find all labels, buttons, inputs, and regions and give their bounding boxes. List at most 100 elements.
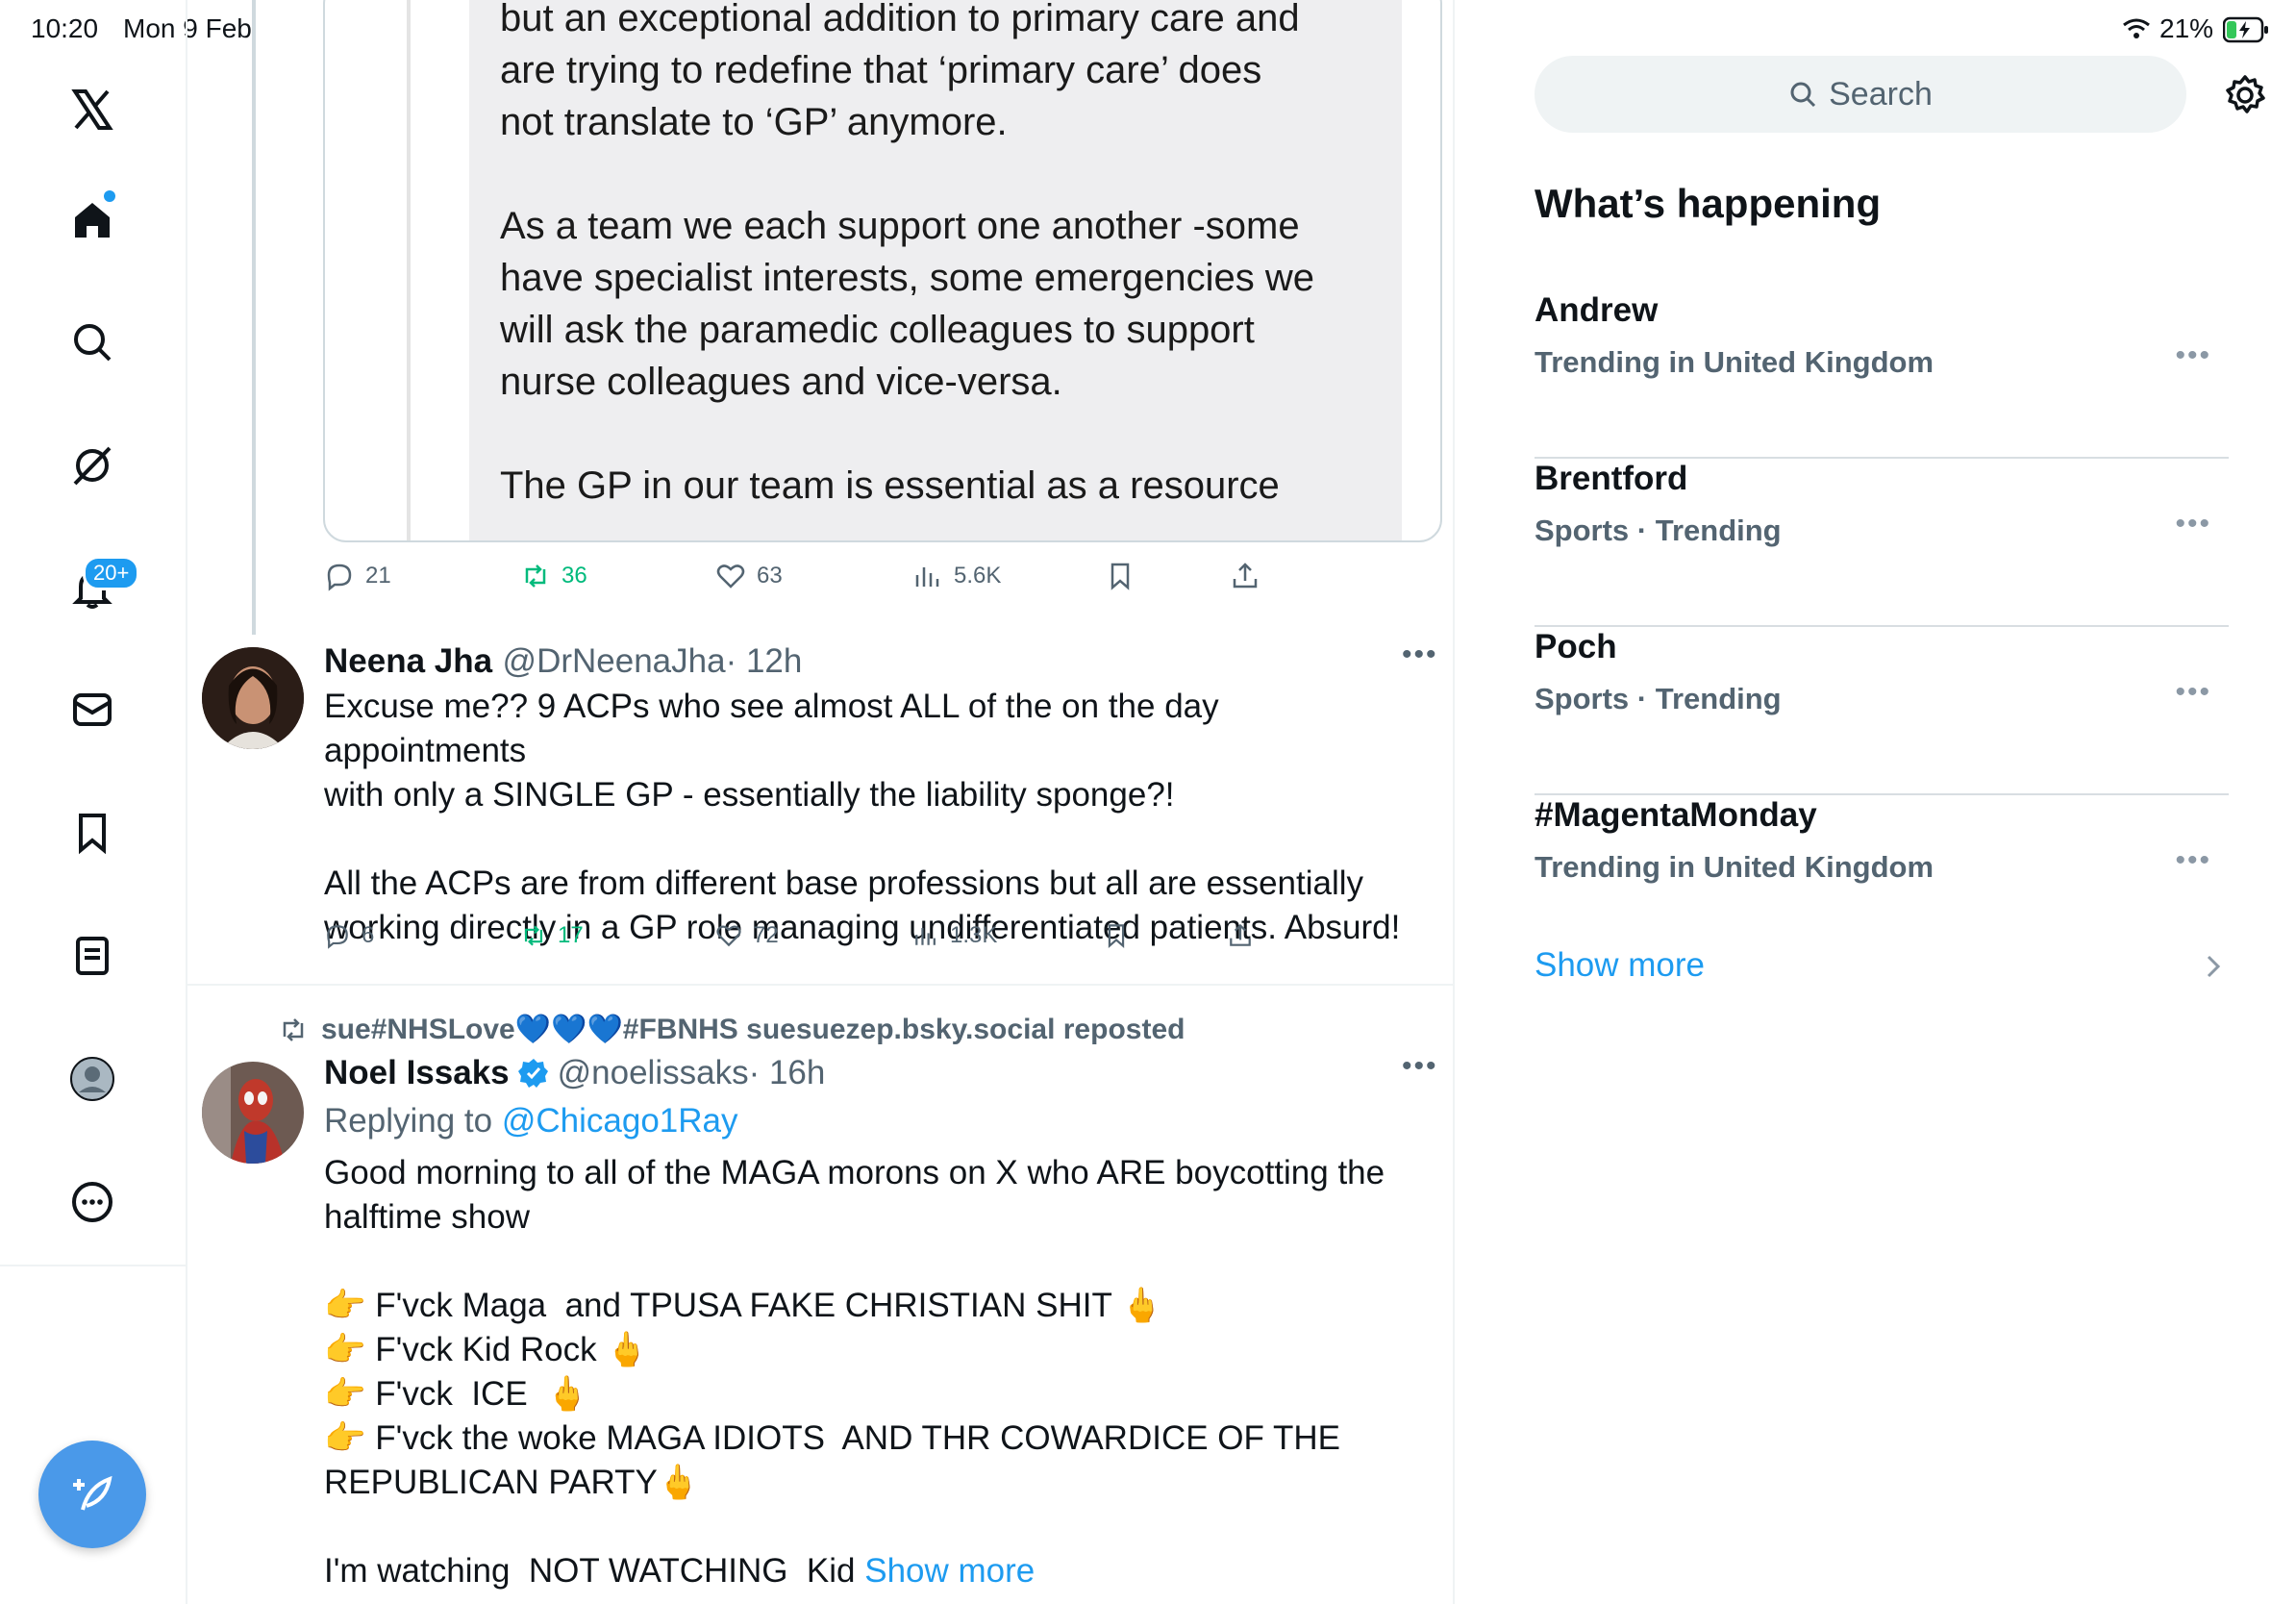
author-avatar-neena[interactable] (202, 647, 304, 749)
wifi-icon (2122, 17, 2151, 45)
author-name[interactable]: Noel Issaks (324, 1054, 510, 1092)
whats-happening-title: What’s happening (1535, 181, 1882, 226)
show-more-trends-link[interactable]: Show more (1535, 946, 1705, 985)
author-handle[interactable]: @noelissaks (558, 1054, 749, 1092)
bookmark-icon (1108, 924, 1125, 949)
trend-meta: Trending in United Kingdom (1535, 850, 1934, 884)
messages-icon[interactable] (63, 681, 121, 739)
repost-indicator[interactable]: sue#NHSLove💙💙💙#FBNHS suesuezep.bsky.soci… (277, 1013, 1185, 1046)
settings-gear-icon[interactable] (2223, 73, 2267, 122)
timeline-feed: but an exceptional addition to primary c… (186, 0, 1455, 1604)
replying-to-handle[interactable]: @Chicago1Ray (502, 1102, 738, 1140)
trend-more-icon[interactable]: ••• (2175, 339, 2211, 372)
views-count: 1.3K (950, 922, 998, 948)
verified-badge-icon (517, 1059, 548, 1088)
search-placeholder: Search (1829, 75, 1933, 113)
tweet2-text: Good morning to all of the MAGA morons o… (324, 1151, 1430, 1593)
quoted-image-text: but an exceptional addition to primary c… (500, 0, 1315, 507)
more-options-icon[interactable] (63, 1173, 121, 1231)
search-icon (1790, 82, 1816, 108)
search-input[interactable]: Search (1535, 56, 2186, 133)
chevron-right-icon (2204, 952, 2223, 986)
profile-avatar-icon[interactable] (63, 1050, 121, 1108)
trend-divider (1535, 457, 2229, 459)
trend-more-icon[interactable]: ••• (2175, 676, 2211, 709)
battery-percent: 21% (2159, 13, 2214, 43)
tweet2-body: Good morning to all of the MAGA morons o… (324, 1154, 1385, 1590)
trend-meta: Sports · Trending (1535, 514, 1782, 547)
home-icon[interactable] (63, 190, 121, 248)
replying-to: Replying to @Chicago1Ray (324, 1102, 738, 1140)
author-avatar-noel[interactable] (202, 1062, 304, 1164)
repost-indicator-text: sue#NHSLove💙💙💙#FBNHS suesuezep.bsky.soci… (321, 1014, 1185, 1045)
post-more-menu-icon[interactable]: ••• (1402, 1050, 1438, 1083)
battery-icon (2222, 16, 2269, 48)
show-more-link[interactable]: Show more (864, 1552, 1035, 1590)
views-count: 5.6K (954, 563, 1002, 589)
repost-button[interactable]: 36 (519, 560, 587, 592)
views-button[interactable]: 1.3K (911, 921, 997, 950)
x-logo-icon[interactable] (63, 81, 121, 138)
lists-icon[interactable] (63, 927, 121, 985)
like-button[interactable]: 72 (714, 921, 779, 950)
nav-divider (0, 1265, 186, 1266)
tweet1-text: Excuse me?? 9 ACPs who see almost ALL of… (324, 688, 1401, 946)
reply-count: 6 (362, 922, 375, 948)
post-time: · 12h (725, 642, 803, 680)
reply-icon (327, 564, 352, 591)
share-button[interactable] (1229, 560, 1261, 592)
trend-name: Andrew (1535, 291, 1659, 329)
repost-icon (283, 1017, 304, 1041)
grok-icon[interactable] (63, 437, 121, 494)
bookmark-button[interactable] (1102, 921, 1131, 950)
author-name[interactable]: Neena Jha (324, 642, 492, 680)
post-divider (186, 984, 1453, 986)
like-count: 63 (757, 563, 783, 589)
repost-button[interactable]: 17 (519, 921, 584, 950)
views-chart-icon (915, 928, 936, 945)
trend-item[interactable]: #MagentaMonday Trending in United Kingdo… (1535, 796, 2229, 902)
compose-feather-icon (73, 1475, 112, 1511)
quote-image-border (407, 0, 411, 540)
share-icon (1230, 923, 1251, 946)
reply-count: 21 (365, 563, 391, 589)
trend-name: Poch (1535, 628, 1617, 665)
replying-to-label: Replying to (324, 1102, 493, 1140)
trend-more-icon[interactable]: ••• (2175, 844, 2211, 877)
repost-icon (524, 925, 543, 946)
author-handle[interactable]: @DrNeenaJha (503, 642, 726, 680)
home-unread-dot (104, 190, 115, 202)
share-button[interactable] (1226, 921, 1255, 950)
views-button[interactable]: 5.6K (911, 560, 1001, 592)
trend-more-icon[interactable]: ••• (2175, 508, 2211, 540)
quoted-post-image: but an exceptional addition to primary c… (469, 0, 1402, 540)
repost-icon (525, 564, 546, 588)
views-chart-icon (915, 567, 939, 587)
heart-icon (716, 925, 741, 947)
share-icon (1233, 563, 1258, 589)
trend-meta: Trending in United Kingdom (1535, 345, 1934, 379)
trend-item[interactable]: Andrew Trending in United Kingdom ••• (1535, 291, 2229, 459)
reply-button[interactable]: 21 (323, 560, 391, 592)
trend-meta: Sports · Trending (1535, 682, 1782, 715)
notifications-badge: 20+ (83, 556, 140, 590)
trend-item[interactable]: Brentford Sports · Trending ••• (1535, 460, 2229, 627)
reply-button[interactable]: 6 (323, 921, 374, 950)
repost-count: 36 (562, 563, 587, 589)
like-button[interactable]: 63 (714, 560, 783, 592)
like-count: 72 (753, 922, 779, 948)
trend-name: #MagentaMonday (1535, 796, 1817, 834)
trend-divider (1535, 625, 2229, 627)
trend-item[interactable]: Poch Sports · Trending ••• (1535, 628, 2229, 795)
search-icon[interactable] (63, 313, 121, 371)
bookmark-button[interactable] (1104, 560, 1136, 592)
bookmarks-icon[interactable] (63, 804, 121, 862)
compose-post-button[interactable] (38, 1441, 146, 1548)
quoted-post-card[interactable]: but an exceptional addition to primary c… (323, 0, 1442, 542)
reply-icon (327, 925, 348, 949)
bookmark-icon (1111, 563, 1130, 590)
post-more-menu-icon[interactable]: ••• (1402, 639, 1438, 671)
tweet2-header: Noel Issaks @noelissaks · 16h (324, 1054, 825, 1092)
tweet1-header: Neena Jha @DrNeenaJha· 12h (324, 642, 802, 681)
thread-connector-line (252, 0, 256, 635)
